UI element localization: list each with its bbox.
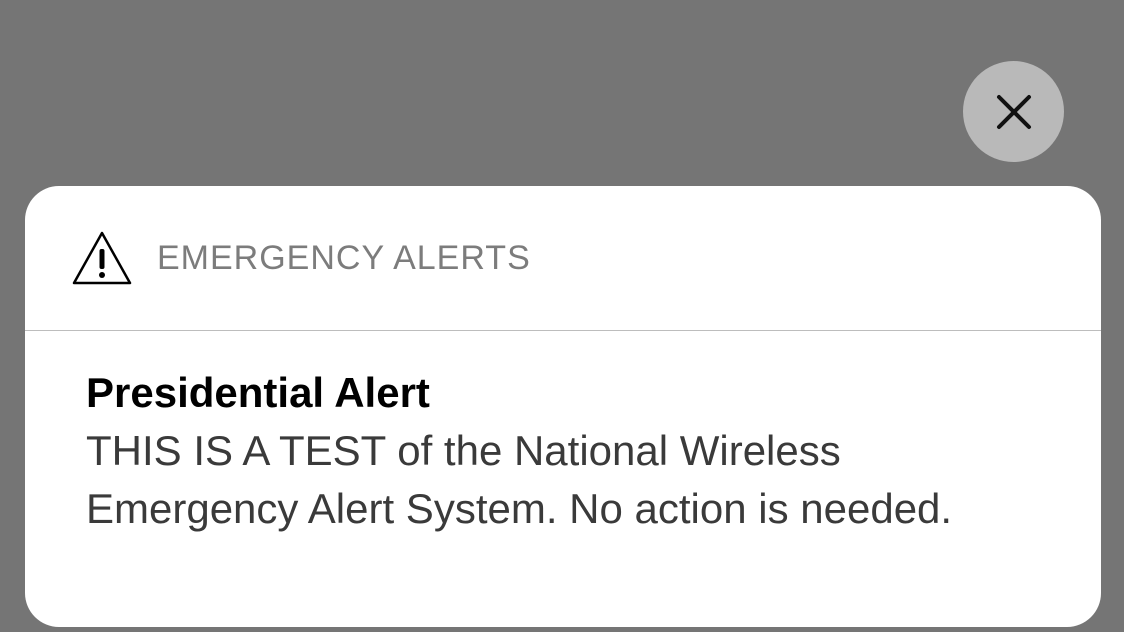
close-button[interactable] bbox=[963, 61, 1064, 162]
emergency-alert-card[interactable]: EMERGENCY ALERTS Presidential Alert THIS… bbox=[25, 186, 1101, 627]
close-icon bbox=[996, 94, 1031, 129]
alert-title: Presidential Alert bbox=[86, 369, 430, 416]
alert-message: THIS IS A TEST of the National Wireless … bbox=[86, 427, 953, 532]
warning-triangle-icon bbox=[71, 230, 133, 286]
alert-header: EMERGENCY ALERTS bbox=[25, 186, 1101, 331]
app-name: EMERGENCY ALERTS bbox=[157, 239, 531, 277]
alert-body: Presidential Alert THIS IS A TEST of the… bbox=[86, 364, 1046, 538]
